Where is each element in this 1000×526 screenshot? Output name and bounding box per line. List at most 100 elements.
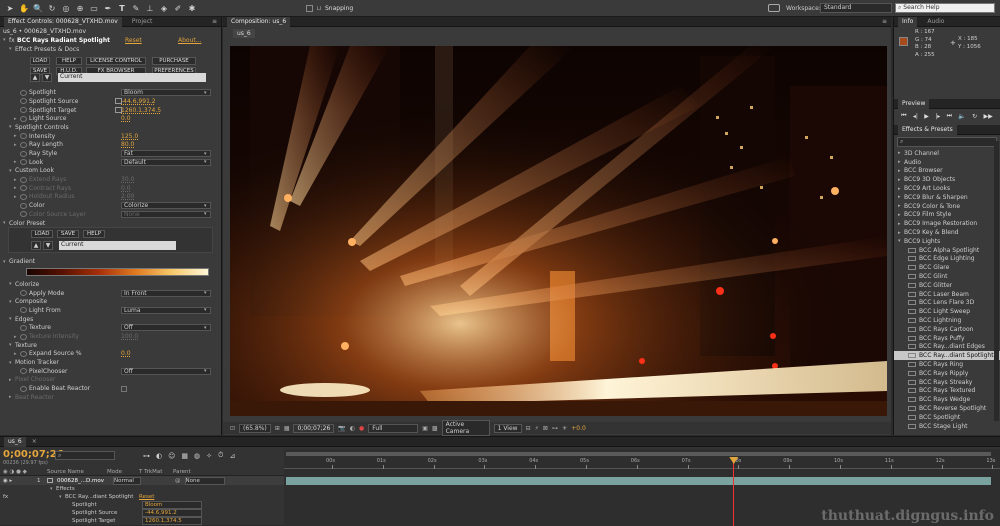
exposure-icon[interactable]: ☀ xyxy=(562,425,567,432)
prop-value[interactable]: 30.0 xyxy=(121,176,134,183)
stopwatch-icon[interactable] xyxy=(20,133,27,140)
effects-category[interactable]: ▸ BCC9 3D Objects xyxy=(894,175,1000,184)
exposure-value[interactable]: +0.0 xyxy=(571,425,586,432)
resolution-select[interactable]: Full xyxy=(368,423,419,433)
stopwatch-icon[interactable] xyxy=(20,202,27,209)
close-icon[interactable]: × xyxy=(32,438,37,445)
graph-editor-icon[interactable]: ⊿ xyxy=(230,452,236,460)
prop-row-look[interactable]: ▸ Look Default ▾ xyxy=(0,158,221,167)
prop-row-pixelchooser[interactable]: PixelChooser Off ▾ xyxy=(0,367,221,376)
effect-item[interactable]: BCC Rays Puffy xyxy=(894,334,1000,343)
prop-row-spotlight[interactable]: Spotlight Bloom ▾ xyxy=(0,88,221,97)
effects-category[interactable]: ▸ BCC9 Image Restoration xyxy=(894,219,1000,228)
prev-frame-icon[interactable]: ◂| xyxy=(913,113,918,120)
layer-parent-select[interactable]: None xyxy=(184,476,225,485)
tab-audio[interactable]: Audio xyxy=(923,17,948,27)
auto-keyframe-icon[interactable]: ⏱ xyxy=(218,451,223,460)
tab-project[interactable]: Project xyxy=(128,17,157,27)
prop-value[interactable]: -44.6,991.2 xyxy=(121,98,156,105)
effects-category[interactable]: ▸ BCC9 Blur & Sharpen xyxy=(894,193,1000,202)
timeline-search-input[interactable]: ⌕ xyxy=(55,451,115,460)
effects-category[interactable]: ▸ 3D Channel xyxy=(894,149,1000,158)
enable-checkbox[interactable] xyxy=(121,385,127,392)
visibility-icon[interactable]: ◉ ▸ xyxy=(3,478,33,484)
snapshot-icon[interactable]: 📷 xyxy=(338,425,345,432)
draft-3d-icon[interactable]: ◐ xyxy=(156,452,162,460)
timeline-prop-value[interactable]: 1260.1,374.5 xyxy=(142,517,202,525)
snapping-checkbox[interactable] xyxy=(306,4,313,12)
frame-blending-icon[interactable]: ▦ xyxy=(181,452,188,460)
prop-row-color-source-layer[interactable]: Color Source Layer None ▾ xyxy=(0,210,221,219)
brainstorm-icon[interactable]: ✧ xyxy=(206,452,212,460)
prop-dropdown[interactable]: Bloom xyxy=(121,89,211,97)
effect-item[interactable]: BCC Rays Streaky xyxy=(894,378,1000,387)
prop-row-contract-rays[interactable]: ▸ Contract Rays 0.0 xyxy=(0,184,221,193)
preset-up-arrow-icon[interactable]: ▲ xyxy=(30,73,40,83)
effect-item[interactable]: BCC Rays Ring xyxy=(894,360,1000,369)
effect-item[interactable]: BCC Edge Lighting xyxy=(894,255,1000,264)
roi-icon[interactable]: ▣ xyxy=(422,425,428,432)
prop-row-spotlight-target[interactable]: Spotlight Target 1260.1,374.5 xyxy=(0,106,221,115)
color-preset-down-icon[interactable]: ▼ xyxy=(43,241,53,251)
tab-info[interactable]: Info xyxy=(898,16,918,27)
effect-item[interactable]: BCC Glare xyxy=(894,263,1000,272)
preset-down-arrow-icon[interactable]: ▼ xyxy=(42,73,52,83)
prop-value[interactable]: 2.00 xyxy=(121,193,134,200)
prop-row-pixel-chooser[interactable]: ▸ Pixel Chooser xyxy=(0,376,221,385)
tab-effects-presets[interactable]: Effects & Presets xyxy=(898,124,957,135)
timeline-fx-reset[interactable]: Reset xyxy=(139,494,154,500)
effects-scrollbar[interactable] xyxy=(994,141,999,421)
effect-item[interactable]: BCC Spotlight xyxy=(894,413,1000,422)
effects-category[interactable]: ▸ BCC9 Key & Blend xyxy=(894,228,1000,237)
gradient-row[interactable]: ▾ Gradient xyxy=(0,257,221,266)
prop-value[interactable]: 0.0 xyxy=(121,350,131,357)
prop-row-ray-style[interactable]: Ray Style Fat ▾ xyxy=(0,149,221,158)
color-channel-icon[interactable]: ● xyxy=(359,425,364,432)
color-preset-help-button[interactable]: HELP xyxy=(83,230,105,239)
prop-row-texture[interactable]: ▾ Texture xyxy=(0,341,221,350)
stopwatch-icon[interactable] xyxy=(20,107,27,114)
toggle-pixel-icon[interactable]: ⊟ xyxy=(526,425,531,432)
prop-dropdown[interactable]: Colorize xyxy=(121,202,211,210)
workspace-select[interactable]: Standard xyxy=(820,3,892,13)
layer-name[interactable]: 000628_...D.mov xyxy=(57,478,109,484)
view-layout-select[interactable]: 1 View xyxy=(493,423,522,433)
prop-row-composite[interactable]: ▾ Composite xyxy=(0,297,221,306)
play-icon[interactable]: ▶ xyxy=(924,113,929,120)
effects-category[interactable]: ▸ BCC9 Color & Tone xyxy=(894,202,1000,211)
effect-item[interactable]: BCC Ray...diant Edges xyxy=(894,343,1000,352)
prop-row-enable-beat-reactor[interactable]: Enable Beat Reactor xyxy=(0,384,221,393)
preset-current-field[interactable]: Current xyxy=(58,73,206,83)
stopwatch-icon[interactable] xyxy=(20,89,27,96)
prop-value[interactable]: 0.0 xyxy=(121,185,131,192)
camera-tool-icon[interactable]: ◎ xyxy=(60,3,72,14)
timeline-prop-row[interactable]: Spotlight Target 1260.1,374.5 xyxy=(0,517,284,525)
always-preview-icon[interactable]: ⊡ xyxy=(230,425,235,432)
comp-viewer[interactable] xyxy=(230,46,887,416)
prop-value[interactable]: 80.0 xyxy=(121,141,134,148)
prop-dropdown[interactable]: Default xyxy=(121,158,211,166)
effect-item[interactable]: BCC Glitter xyxy=(894,281,1000,290)
comp-mini-flowchart-icon[interactable]: ⊶ xyxy=(143,452,150,460)
first-frame-icon[interactable]: ⏮ xyxy=(901,112,906,120)
transparency-grid-icon[interactable]: ▩ xyxy=(432,425,438,432)
motion-blur-icon[interactable]: ◍ xyxy=(194,452,200,460)
layer-mode-select[interactable]: Normal xyxy=(113,476,141,485)
parent-pickwhip-icon[interactable]: @ xyxy=(175,478,181,484)
prop-row-motion-tracker[interactable]: ▾ Motion Tracker xyxy=(0,358,221,367)
presets-group[interactable]: ▾ Effect Presets & Docs xyxy=(0,45,221,54)
safe-areas-icon[interactable]: ⊞ xyxy=(275,425,280,432)
stopwatch-icon[interactable] xyxy=(20,115,27,122)
effects-search-input[interactable]: ⌕ xyxy=(897,137,997,147)
prop-row-spotlight-controls[interactable]: ▾ Spotlight Controls xyxy=(0,123,221,132)
prop-row-holdout-radius[interactable]: ▸ Holdout Radius 2.00 xyxy=(0,193,221,202)
stopwatch-icon[interactable] xyxy=(20,150,27,157)
prop-dropdown[interactable]: None xyxy=(121,210,211,218)
timeline-icon[interactable]: ⊠ xyxy=(543,425,548,432)
timeline-prop-value[interactable]: Bloom xyxy=(142,501,202,509)
effects-category[interactable]: ▸ BCC9 Art Looks xyxy=(894,184,1000,193)
stopwatch-icon[interactable] xyxy=(20,141,27,148)
stopwatch-icon[interactable] xyxy=(20,307,27,314)
prop-row-intensity[interactable]: ▸ Intensity 125.0 xyxy=(0,132,221,141)
effect-item[interactable]: BCC Reverse Spotlight xyxy=(894,404,1000,413)
